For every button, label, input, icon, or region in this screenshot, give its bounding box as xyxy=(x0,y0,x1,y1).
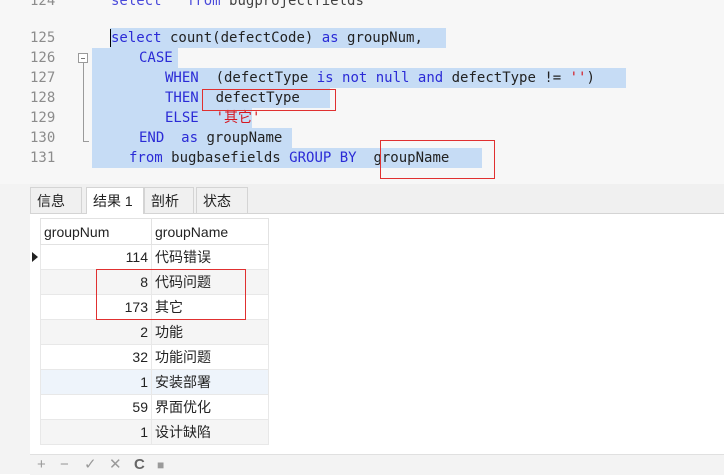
code-text: groupNum, xyxy=(338,30,423,46)
table-row[interactable]: 32 功能问题 xyxy=(30,344,269,370)
code-text: groupName xyxy=(198,130,283,146)
keyword: is not null xyxy=(316,70,410,86)
column-header-groupnum[interactable]: groupNum xyxy=(40,218,152,245)
discard-changes-icon[interactable]: ✕ xyxy=(109,456,122,474)
keyword: select xyxy=(111,30,162,46)
code-line-126: CASE xyxy=(139,48,173,68)
fold-guide-line xyxy=(83,63,84,141)
code-line-130: END as groupName xyxy=(139,128,282,148)
keyword: from xyxy=(186,0,221,9)
string-literal: '其它' xyxy=(215,110,261,126)
line-number: 129 xyxy=(30,110,56,126)
tab-info[interactable]: 信息 xyxy=(30,187,82,213)
cell-groupnum[interactable]: 114 xyxy=(40,244,152,270)
delete-row-icon[interactable]: − xyxy=(60,456,69,474)
keyword: GROUP BY xyxy=(289,150,357,166)
table-row[interactable]: 2 功能 xyxy=(30,319,269,345)
keyword: as xyxy=(321,30,339,46)
keyword: THEN xyxy=(165,90,199,106)
tab-profile[interactable]: 剖析 xyxy=(144,187,194,213)
code-line-125: select count(defectCode) as groupNum, xyxy=(111,28,423,48)
result-tabs: 信息 结果 1 剖析 状态 xyxy=(30,184,724,214)
left-panel-strip xyxy=(0,184,30,474)
code-line-124: select from bugprojectfields xyxy=(111,0,364,11)
cell-groupnum[interactable]: 1 xyxy=(40,369,152,395)
row-indicator-header xyxy=(30,218,41,245)
tab-result-1[interactable]: 结果 1 xyxy=(86,187,144,214)
line-number: 124 xyxy=(30,0,56,9)
cell-groupnum[interactable]: 59 xyxy=(40,394,152,420)
cell-groupname[interactable]: 设计缺陷 xyxy=(151,419,269,445)
result-table: groupNum groupName 114 代码错误 8 代码问题 173 其… xyxy=(30,218,269,445)
current-row-indicator-icon xyxy=(30,244,41,270)
code-text: ) xyxy=(586,70,595,86)
cell-groupname[interactable]: 功能 xyxy=(151,319,269,345)
line-number: 130 xyxy=(30,130,56,146)
cell-groupnum[interactable]: 1 xyxy=(40,419,152,445)
identifier: bugprojectfields xyxy=(229,0,364,9)
table-row[interactable]: 1 设计缺陷 xyxy=(30,419,269,445)
keyword: and xyxy=(417,70,444,86)
code-text: defectType != xyxy=(443,70,570,86)
stop-icon[interactable]: ■ xyxy=(157,456,164,474)
code-line-127: WHEN (defectType is not null and defectT… xyxy=(165,68,595,88)
result-grid: groupNum groupName 114 代码错误 8 代码问题 173 其… xyxy=(30,214,724,454)
code-line-129: ELSE '其它' xyxy=(165,108,260,128)
line-number: 128 xyxy=(30,90,56,106)
cell-groupname[interactable]: 功能问题 xyxy=(151,344,269,370)
grid-toolbar: + − ✓ ✕ C ■ xyxy=(30,454,724,475)
line-number: 131 xyxy=(30,150,56,166)
sql-editor[interactable]: 124 125 126 127 128 129 130 131 select f… xyxy=(0,0,724,184)
keyword: END xyxy=(139,130,165,146)
code-text: count(defectCode) xyxy=(161,30,322,46)
line-number: 125 xyxy=(30,30,56,46)
string-literal: '' xyxy=(569,70,587,86)
fold-collapse-icon[interactable] xyxy=(78,53,88,63)
annotation-box xyxy=(202,89,336,111)
line-number: 127 xyxy=(30,70,56,86)
keyword: from xyxy=(129,150,163,166)
table-row[interactable]: 1 安装部署 xyxy=(30,369,269,395)
keyword: WHEN xyxy=(165,70,199,86)
apply-changes-icon[interactable]: ✓ xyxy=(84,456,97,474)
cell-groupnum[interactable]: 2 xyxy=(40,319,152,345)
table-row[interactable]: 59 界面优化 xyxy=(30,394,269,420)
keyword: select xyxy=(111,0,162,9)
refresh-icon[interactable]: C xyxy=(134,456,145,474)
fold-end-marker xyxy=(83,141,89,142)
code-text: (defectType xyxy=(198,70,317,86)
code-text: bugbasefields xyxy=(162,150,290,166)
column-header-groupname[interactable]: groupName xyxy=(151,218,269,245)
annotation-box xyxy=(96,269,246,320)
cell-groupname[interactable]: 界面优化 xyxy=(151,394,269,420)
cell-groupname[interactable]: 安装部署 xyxy=(151,369,269,395)
annotation-box xyxy=(380,140,495,179)
keyword: as xyxy=(181,130,199,146)
cell-groupname[interactable]: 代码错误 xyxy=(151,244,269,270)
keyword: ELSE xyxy=(165,110,199,126)
tab-status[interactable]: 状态 xyxy=(196,187,248,213)
line-number: 126 xyxy=(30,50,56,66)
add-row-icon[interactable]: + xyxy=(37,456,46,474)
table-row[interactable]: 114 代码错误 xyxy=(30,244,269,270)
keyword: CASE xyxy=(139,50,173,66)
cell-groupnum[interactable]: 32 xyxy=(40,344,152,370)
